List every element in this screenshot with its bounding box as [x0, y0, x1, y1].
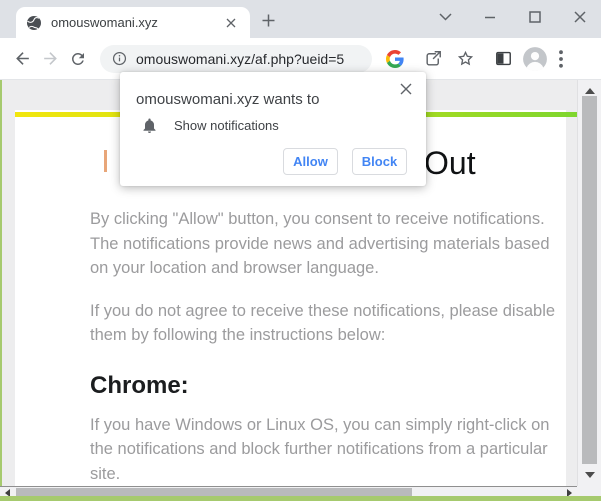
page-bottom-edge	[0, 496, 601, 501]
chrome-instructions-paragraph: If you have Windows or Linux OS, you can…	[90, 415, 550, 483]
globe-favicon-icon	[26, 15, 42, 31]
url-text[interactable]: omouswomani.xyz/af.php?ueid=5	[136, 51, 344, 67]
address-bar[interactable]: omouswomani.xyz/af.php?ueid=5	[100, 44, 372, 73]
info-icon[interactable]	[112, 51, 127, 66]
bell-icon	[142, 117, 157, 134]
notification-permission-dialog: omouswomani.xyz wants to Show notificati…	[120, 72, 426, 186]
minimize-icon[interactable]	[483, 10, 497, 24]
browser-tab[interactable]: omouswomani.xyz	[16, 7, 250, 38]
horizontal-scrollbar[interactable]	[0, 486, 577, 497]
google-g-icon[interactable]	[386, 49, 404, 68]
page-left-edge	[0, 80, 2, 496]
dialog-close-icon[interactable]	[398, 81, 414, 97]
share-icon[interactable]	[424, 49, 443, 68]
scroll-up-icon[interactable]	[584, 88, 595, 94]
disagree-paragraph: If you do not agree to receive these not…	[90, 301, 556, 345]
new-tab-button[interactable]	[260, 12, 276, 28]
scroll-down-icon[interactable]	[585, 472, 595, 478]
profile-avatar[interactable]	[522, 46, 548, 72]
forward-icon[interactable]	[36, 45, 64, 73]
block-button[interactable]: Block	[352, 148, 407, 175]
permission-row: Show notifications	[142, 117, 279, 134]
scrollbar-corner	[577, 486, 601, 496]
back-icon[interactable]	[8, 45, 36, 73]
dialog-title: omouswomani.xyz wants to	[136, 91, 320, 108]
menu-kebab-icon[interactable]	[559, 49, 563, 68]
allow-button[interactable]: Allow	[283, 148, 338, 175]
chevron-down-icon[interactable]	[438, 10, 452, 24]
close-window-icon[interactable]	[573, 10, 587, 24]
window-controls	[438, 5, 587, 29]
vertical-scrollbar[interactable]	[577, 80, 601, 486]
intro-paragraph: By clicking "Allow" button, you consent …	[90, 210, 550, 277]
bookmark-star-icon[interactable]	[456, 49, 475, 68]
side-panel-icon[interactable]	[494, 49, 513, 68]
vertical-scrollbar-thumb[interactable]	[582, 96, 597, 464]
tab-title: omouswomani.xyz	[51, 15, 158, 30]
horizontal-scrollbar-thumb[interactable]	[16, 488, 412, 496]
chrome-subheading: Chrome:	[90, 371, 189, 399]
permission-label: Show notifications	[174, 118, 279, 133]
browser-window: omouswomani.xyz omouswomani.xyz/af.php?u…	[0, 0, 601, 501]
maximize-icon[interactable]	[528, 10, 542, 24]
reload-icon[interactable]	[64, 45, 92, 73]
dialog-buttons: Allow Block	[283, 148, 407, 175]
tab-close-icon[interactable]	[222, 14, 240, 32]
tab-bar: omouswomani.xyz	[0, 0, 601, 38]
